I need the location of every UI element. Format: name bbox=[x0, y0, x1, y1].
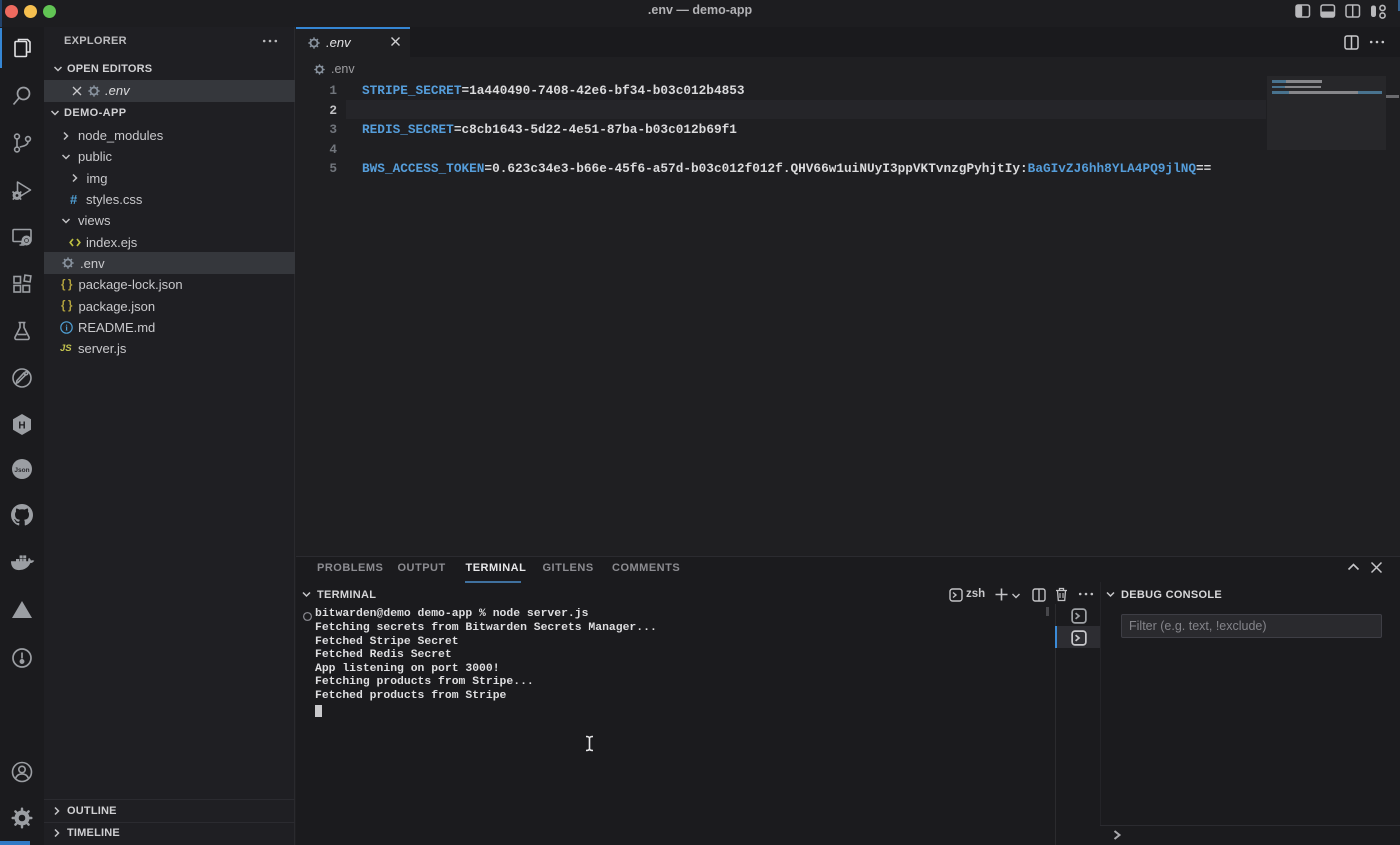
svg-text:Json: Json bbox=[14, 467, 29, 474]
svg-text:H: H bbox=[18, 421, 25, 432]
svg-text:i: i bbox=[65, 322, 68, 332]
